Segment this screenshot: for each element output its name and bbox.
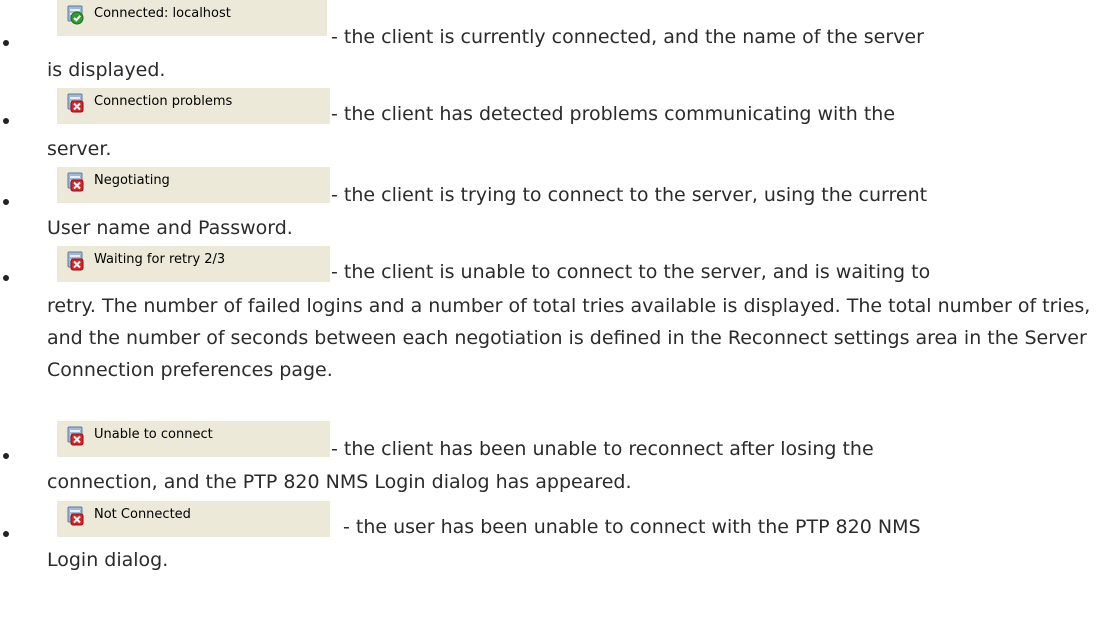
- description-continuation: server.: [47, 138, 112, 160]
- status-indicator: Waiting for retry 2/3: [57, 246, 330, 282]
- error-icon: [67, 93, 84, 113]
- status-label: Not Connected: [94, 507, 191, 522]
- status-label: Connected: localhost: [94, 6, 231, 21]
- description-text: - the client is currently connected, and…: [331, 26, 924, 48]
- description-continuation: retry. The number of failed logins and a…: [47, 295, 1091, 381]
- status-label: Waiting for retry 2/3: [94, 252, 226, 267]
- connected-icon: [67, 5, 84, 25]
- description-continuation: connection, and the PTP 820 NMS Login di…: [47, 471, 632, 493]
- error-icon: [67, 251, 84, 271]
- bullet: [3, 118, 9, 124]
- status-help-page: { "items": [ { "status_label": "Connecte…: [0, 0, 1117, 635]
- description-text: - the client has been unable to reconnec…: [331, 438, 874, 460]
- status-indicator: Connected: localhost: [57, 0, 327, 36]
- bullet: [3, 531, 9, 537]
- status-indicator: Negotiating: [57, 167, 330, 203]
- status-label: Negotiating: [94, 173, 170, 188]
- description-text: - the client is unable to connect to the…: [331, 261, 931, 283]
- bullet: [3, 40, 9, 46]
- error-icon: [67, 426, 84, 446]
- description-text: - the user has been unable to connect wi…: [343, 516, 921, 538]
- status-label: Connection problems: [94, 94, 233, 109]
- error-icon: [67, 506, 84, 526]
- bullet: [3, 453, 9, 459]
- status-label: Unable to connect: [94, 427, 213, 442]
- status-indicator: Unable to connect: [57, 421, 330, 457]
- error-icon: [67, 172, 84, 192]
- status-indicator: Not Connected: [57, 501, 330, 537]
- description-continuation: Login dialog.: [47, 549, 169, 571]
- description-text: - the client is trying to connect to the…: [331, 184, 928, 206]
- description-continuation: is displayed.: [47, 59, 166, 81]
- bullet: [3, 275, 9, 281]
- description-text: - the client has detected problems commu…: [331, 103, 896, 125]
- description-continuation: User name and Password.: [47, 217, 293, 239]
- status-indicator: Connection problems: [57, 88, 330, 124]
- bullet: [3, 199, 9, 205]
